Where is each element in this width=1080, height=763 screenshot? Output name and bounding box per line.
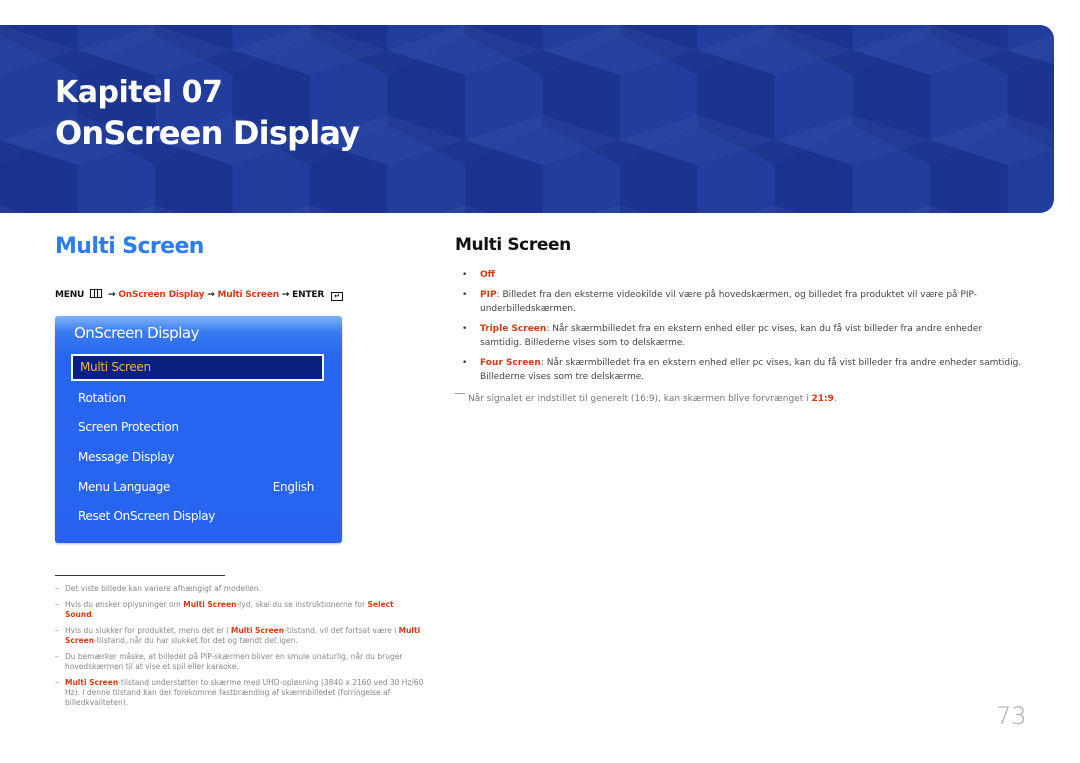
osd-menu-panel: OnScreen Display Multi Screen Rotation S… [55,316,342,543]
footnote-keyword: Multi Screen [65,678,119,687]
osd-item-label: Menu Language [78,480,171,494]
footnote-item: Det viste billede kan variere afhængigt … [55,584,425,594]
footnote-divider [55,575,225,576]
menu-icon [90,289,103,298]
osd-menu-title: OnScreen Display [74,324,199,342]
chapter-banner: Kapitel 07 OnScreen Display [0,25,1054,213]
footnote-item: Hvis du slukker for produktet, mens det … [55,626,425,646]
note-dash-icon [455,393,465,394]
osd-item-value: English [272,480,315,494]
section-heading: Multi Screen [55,234,204,259]
option-off: Off [462,268,1022,282]
note-end: . [833,394,837,404]
option-description: : Når skærmbilledet fra en ekstern enhed… [480,324,983,348]
osd-item-label: Rotation [78,391,126,405]
enter-label: ENTER [292,290,325,300]
footnote-item: Du bemærker måske, at billedet på PIP-sk… [55,652,425,672]
osd-item-label: Screen Protection [78,420,179,434]
osd-item-label: Message Display [78,450,175,464]
footnote-text: -tilstand understøtter to skærme med UHD… [65,678,424,707]
footnote-keyword: Multi Screen [183,600,237,609]
osd-item-screen-protection[interactable]: Screen Protection [78,415,328,439]
chapter-title: OnScreen Display [55,114,360,152]
footnote-text: . [91,610,94,619]
note-text: Når signalet er indstillet til generelt … [468,394,812,404]
option-keyword: Four Screen [480,358,541,368]
footnote-text: Hvis du ønsker oplysninger om [65,600,184,609]
footnote-text: -tilstand, når du har slukket for det og… [94,636,298,645]
osd-item-multi-screen[interactable]: Multi Screen [71,354,324,381]
footnote-text: Det viste billede kan variere afhængigt … [65,584,261,593]
page-number: 73 [996,702,1027,730]
chapter-number: Kapitel 07 [55,75,223,110]
footnote-text: Hvis du slukker for produktet, mens det … [65,626,231,635]
osd-item-rotation[interactable]: Rotation [78,386,328,410]
option-keyword: Off [480,270,495,280]
enter-icon: ↵ [331,292,344,301]
option-description: : Når skærmbilledet fra en ekstern enhed… [480,358,1022,382]
options-list: Off PIP: Billedet fra den eksterne video… [462,268,1022,390]
path-step-multi-screen: Multi Screen [217,290,280,300]
arrow: → [108,290,116,300]
osd-item-reset-onscreen-display[interactable]: Reset OnScreen Display [78,504,328,528]
osd-item-label: Multi Screen [80,360,151,374]
option-keyword: PIP [480,290,497,300]
menu-path-breadcrumb: MENU → OnScreen Display → Multi Screen →… [55,289,344,301]
options-heading: Multi Screen [455,235,571,255]
arrow: → [207,290,215,300]
footnote-text: -tilstand, vil det fortsat være i [284,626,399,635]
option-pip: PIP: Billedet fra den eksterne videokild… [462,288,1022,316]
menu-label: MENU [55,290,85,300]
footnote-item: Multi Screen-tilstand understøtter to sk… [55,678,425,708]
option-description: : Billedet fra den eksterne videokilde v… [480,290,977,314]
footnotes: Det viste billede kan variere afhængigt … [55,584,425,714]
arrow: → [281,290,290,300]
note-keyword: 21:9 [811,394,834,404]
aspect-ratio-note: Når signalet er indstillet til generelt … [455,393,837,404]
footnote-item: Hvis du ønsker oplysninger om Multi Scre… [55,600,425,620]
path-step-onscreen-display: OnScreen Display [118,290,205,300]
osd-item-message-display[interactable]: Message Display [78,445,328,469]
option-triple-screen: Triple Screen: Når skærmbilledet fra en … [462,322,1022,350]
osd-item-label: Reset OnScreen Display [78,509,216,523]
option-keyword: Triple Screen [480,324,547,334]
option-four-screen: Four Screen: Når skærmbilledet fra en ek… [462,356,1022,384]
footnote-keyword: Multi Screen [230,626,285,635]
footnote-text: Du bemærker måske, at billedet på PIP-sk… [65,652,403,671]
footnote-text: -lyd, skal du se instruktionerne for [236,600,368,609]
osd-item-menu-language[interactable]: Menu Language English [78,475,328,499]
